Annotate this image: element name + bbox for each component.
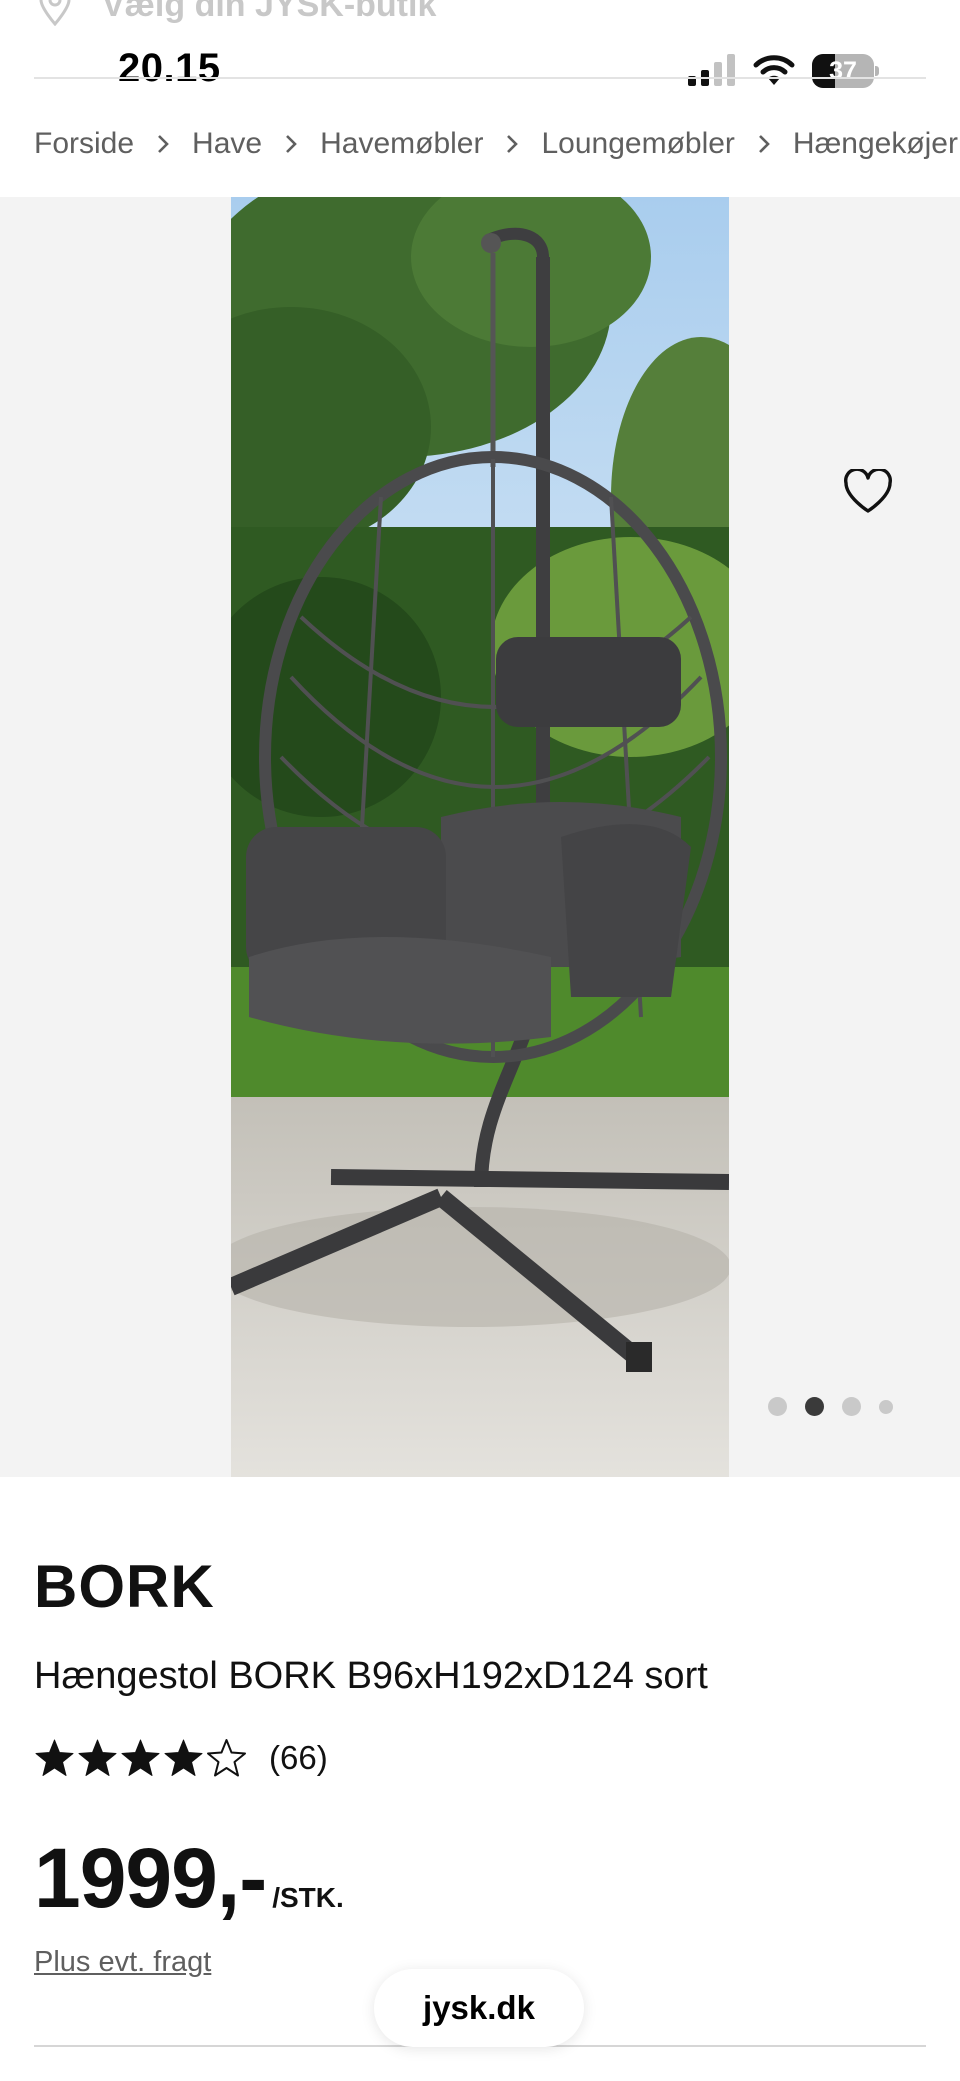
breadcrumb-item-havemobler[interactable]: Havemøbler [320,127,483,161]
review-count[interactable]: (66) [269,1739,328,1777]
battery-indicator: 37 [812,54,879,88]
product-price: 1999,- /STK. [34,1830,344,1927]
heart-outline-icon[interactable] [842,469,894,515]
gallery-dot[interactable] [842,1397,861,1416]
product-image[interactable] [231,197,729,1477]
gallery-dot[interactable] [879,1399,893,1414]
price-unit: /STK. [272,1882,344,1913]
store-selector[interactable]: Vælg din JYSK-butik [0,0,960,30]
chevron-right-icon [507,135,519,153]
cellular-signal-icon [688,54,735,86]
product-name: Hængestol BORK B96xH192xD124 sort [34,1655,708,1697]
wifi-icon [753,55,795,85]
rating-stars [34,1738,247,1778]
battery-level: 37 [829,57,857,85]
star-filled-icon [121,1739,160,1776]
price-value: 1999,- [34,1831,267,1925]
star-filled-icon [78,1739,117,1776]
product-brand: BORK [34,1553,215,1620]
gallery-pagination[interactable] [768,1397,893,1416]
breadcrumb-item-have[interactable]: Have [192,127,262,161]
gallery-dot[interactable] [805,1397,824,1416]
star-outline-icon [207,1739,246,1777]
product-gallery[interactable] [0,197,960,1477]
status-time: 20.15 [118,46,221,90]
chevron-right-icon [158,135,169,153]
store-selector-label: Vælg din JYSK-butik [102,0,437,24]
shipping-note-link[interactable]: Plus evt. fragt [34,1946,211,1979]
chevron-right-icon [759,135,770,153]
location-pin-icon [39,0,71,26]
product-rating[interactable]: (66) [34,1738,328,1778]
chevron-right-icon [286,135,297,153]
breadcrumb-item-forside[interactable]: Forside [34,127,134,161]
breadcrumb: Forside Have Havemøbler Loungemøbler Hæn… [34,122,960,166]
star-filled-icon [35,1739,74,1776]
breadcrumb-item-haengekojer[interactable]: Hængekøjer [793,127,958,161]
divider [34,77,926,79]
browser-url-pill[interactable]: jysk.dk [374,1969,584,2047]
gallery-dot[interactable] [768,1397,787,1416]
breadcrumb-item-loungemobler[interactable]: Loungemøbler [541,127,734,161]
star-filled-icon [164,1739,203,1776]
